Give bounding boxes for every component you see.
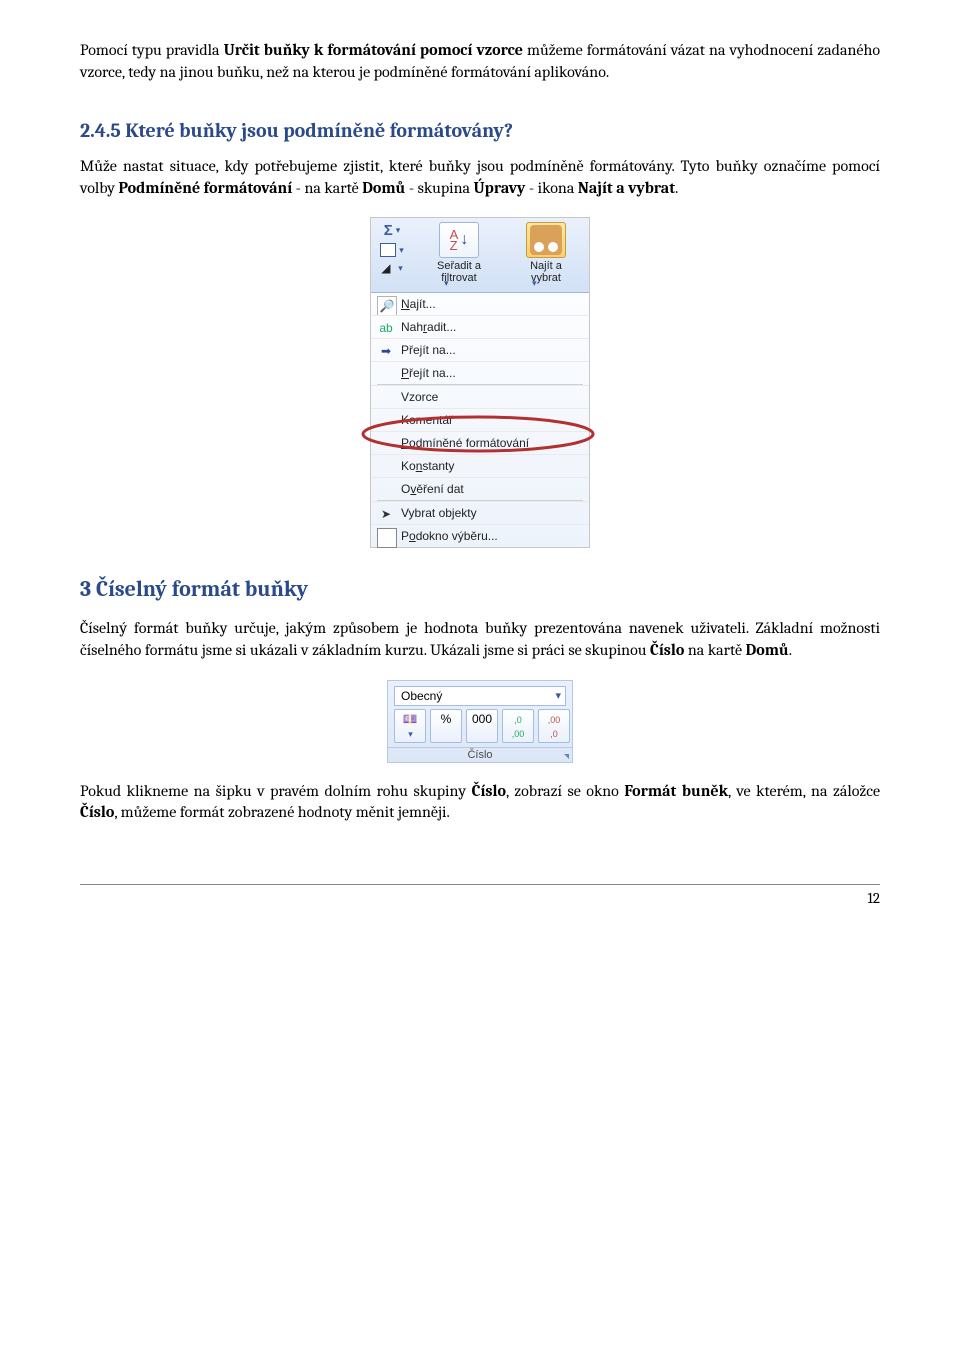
arrow-right-icon: ➡ [377,342,395,360]
percent-button[interactable]: % [430,709,462,743]
menu-label: NNajít...ajít... [401,297,436,311]
currency-button[interactable]: 💷▾ [394,709,426,743]
fill-icon [380,243,396,257]
menu-item-selection-pane[interactable]: Podokno výběru... [371,524,589,547]
increase-decimal-button[interactable]: ,0,00 [502,709,534,743]
number-ribbon-group: Obecný 💷▾ % 000 ,0,00 ,00,0 Číslo [387,680,573,763]
menu-item-replace[interactable]: ab Nahradit... [371,315,589,338]
p4-rest: , můžeme formát zobrazené hodnoty měnit … [114,803,449,821]
sort-filter-icon: AZ↓ [439,222,479,258]
menu-label: Vybrat objekty [401,506,477,520]
p2-podminene: Podmíněné formátování [119,179,293,197]
menu-item-goto[interactable]: ➡ Přejít na... [371,338,589,361]
p3-cislo: Číslo [650,641,684,659]
p3-b2: na kartě [684,641,745,659]
sort-filter-button[interactable]: AZ↓ Seřadit a filtrovat [419,222,499,284]
menu-item-conditional-formatting[interactable]: Podmíněné formátování [371,431,589,454]
p2-domu: Domů [362,179,405,197]
menu-item-find[interactable]: 🔎 NNajít...ajít... [371,293,589,315]
eraser-icon: ◢ [381,261,395,275]
paragraph-format-cells: Pokud klikneme na šipku v pravém dolním … [80,781,880,824]
p3-domu: Domů [746,641,789,659]
decrease-decimal-button[interactable]: ,00,0 [538,709,570,743]
chevron-down-icon: ▾ [398,263,403,274]
thousand-separator-button[interactable]: 000 [466,709,498,743]
binoculars-icon [526,222,566,258]
chevron-down-icon: ▾ [396,225,401,236]
chevron-down-icon: ▾ [408,729,413,739]
chevron-down-icon: ▾ [399,245,404,256]
menu-label: Podmíněné formátování [401,436,529,450]
paragraph-number-format: Číselný formát buňky určuje, jakým způso… [80,618,880,661]
menu-item-data-validation[interactable]: Ověření dat [371,477,589,500]
menu-item-constants[interactable]: Konstanty [371,454,589,477]
menu-item-goto-special[interactable]: Přejít na... [371,361,589,384]
menu-label: Komentář [401,413,453,427]
currency-icon: 💷 [403,712,418,726]
menu-label: Ověření dat [401,482,464,496]
intro-rule-name: Určit buňky k formátování pomocí vzorce [224,41,523,59]
find-icon: 🔎 [377,296,397,316]
heading-2-4-5: 2.4.5 Které buňky jsou podmíněně formáto… [80,119,880,142]
page-footer: 12 [80,884,880,907]
intro-prefix: Pomocí typu pravidla [80,41,224,59]
number-group-label: Číslo [388,747,572,762]
ribbon-small-icons: Σ▾ ▾ ◢▾ [377,222,407,279]
p3-end: . [789,641,792,659]
menu-label: Konstanty [401,459,454,473]
menu-item-formulas[interactable]: Vzorce [371,385,589,408]
number-format-combo-row: Obecný [388,681,572,709]
menu-item-select-objects[interactable]: ➤ Vybrat objekty [371,501,589,524]
menu-label: Podokno výběru... [401,529,498,543]
p4-formatbunek: Formát buněk [624,782,728,800]
autosum-button[interactable]: Σ▾ [384,222,401,239]
p4-b2: , zobrazí se okno [506,782,624,800]
page-number: 12 [867,889,880,907]
page: Pomocí typu pravidla Určit buňky k formá… [0,0,960,947]
number-format-combo[interactable]: Obecný [394,686,566,706]
menu-label: Nahradit... [401,320,456,334]
sigma-icon: Σ [384,222,393,239]
p4-a: Pokud klikneme na šipku v pravém dolním … [80,782,472,800]
chevron-down-icon: ▾ [444,278,449,289]
p4-cislo: Číslo [472,782,506,800]
ribbon-editing-group: Σ▾ ▾ ◢▾ AZ↓ Seřadit a filtrovat [371,218,589,293]
replace-icon: ab [377,319,395,337]
intro-paragraph: Pomocí typu pravidla Určit buňky k formá… [80,40,880,83]
p4-cislo2: Číslo [80,803,114,821]
p2-b4: - skupina [405,179,473,197]
menu-label: Vzorce [401,390,438,404]
chevron-down-icon: ▾ [532,278,537,289]
paragraph-findselect: Může nastat situace, kdy potřebujeme zji… [80,156,880,199]
clear-button[interactable]: ◢▾ [381,261,403,275]
pane-icon [377,528,397,548]
number-buttons-row: 💷▾ % 000 ,0,00 ,00,0 [388,709,572,747]
excel-ribbon-dropdown-figure: Σ▾ ▾ ◢▾ AZ↓ Seřadit a filtrovat [80,217,880,548]
menu-item-comments[interactable]: Komentář [371,408,589,431]
menu-label: Přejít na... [401,343,456,357]
find-select-dropdown: 🔎 NNajít...ajít... ab Nahradit... ➡ Přej… [371,293,589,547]
blank-icon [377,365,395,383]
p2-end: . [675,179,678,197]
cursor-icon: ➤ [377,505,395,523]
heading-3: 3 Číselný formát buňky [80,576,880,602]
p4-b4: , ve kterém, na záložce [728,782,880,800]
p2-upravy: Úpravy [474,179,526,197]
p2-b2: - na kartě [292,179,362,197]
p2-najit: Najít a vybrat [578,179,675,197]
find-select-button[interactable]: Najít a vybrat [506,222,586,284]
fill-button[interactable]: ▾ [380,243,404,257]
excel-ribbon-dropdown: Σ▾ ▾ ◢▾ AZ↓ Seřadit a filtrovat [370,217,590,548]
number-group-figure: Obecný 💷▾ % 000 ,0,00 ,00,0 Číslo [80,680,880,763]
menu-label: Přejít na... [401,366,456,380]
p2-b6: - ikona [525,179,578,197]
